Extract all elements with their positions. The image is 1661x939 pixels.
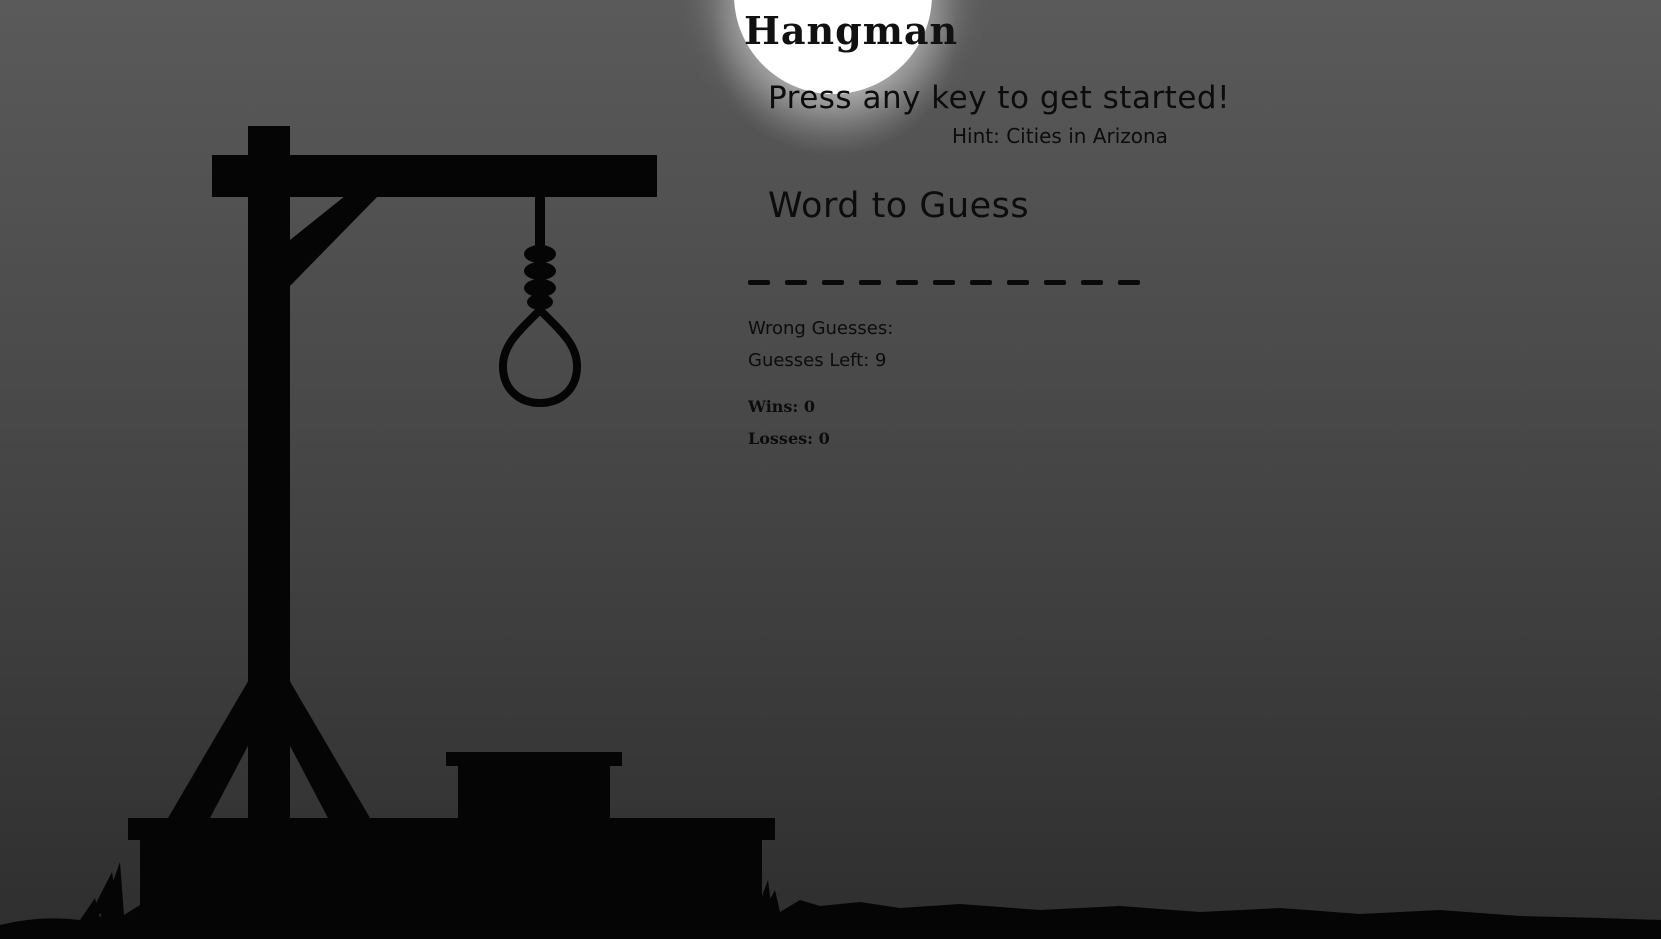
word-to-guess-heading: Word to Guess xyxy=(768,186,1030,226)
guesses-left-label: Guesses Left: xyxy=(748,350,870,371)
losses-label: Losses: xyxy=(748,429,814,448)
wins-label: Wins: xyxy=(748,397,799,416)
losses-counter: Losses: 0 xyxy=(748,429,830,448)
letter-blank xyxy=(1081,280,1103,285)
losses-value: 0 xyxy=(818,429,830,448)
wins-value: 0 xyxy=(803,397,816,416)
letter-blank xyxy=(896,280,918,285)
letter-blank xyxy=(822,280,844,285)
letter-blank xyxy=(970,280,992,285)
letter-blank xyxy=(933,280,955,285)
letter-blank xyxy=(1118,280,1140,285)
hint-text: Hint: Cities in Arizona xyxy=(952,124,1168,148)
letter-blank xyxy=(748,280,770,285)
guesses-left: Guesses Left: 9 xyxy=(748,350,886,371)
gallows-icon xyxy=(128,126,775,928)
letter-blank xyxy=(859,280,881,285)
letter-blank xyxy=(1044,280,1066,285)
wrong-guesses-label: Wrong Guesses: xyxy=(748,318,894,339)
wins-counter: Wins: 0 xyxy=(748,397,815,416)
noose-icon xyxy=(499,196,581,408)
letter-blank xyxy=(785,280,807,285)
word-blanks xyxy=(748,252,1140,285)
game-title: Hangman xyxy=(744,8,959,53)
guesses-left-value: 9 xyxy=(875,350,887,371)
start-prompt: Press any key to get started! xyxy=(768,80,1231,116)
wrong-guesses: Wrong Guesses: xyxy=(748,318,893,339)
letter-blank xyxy=(1007,280,1029,285)
